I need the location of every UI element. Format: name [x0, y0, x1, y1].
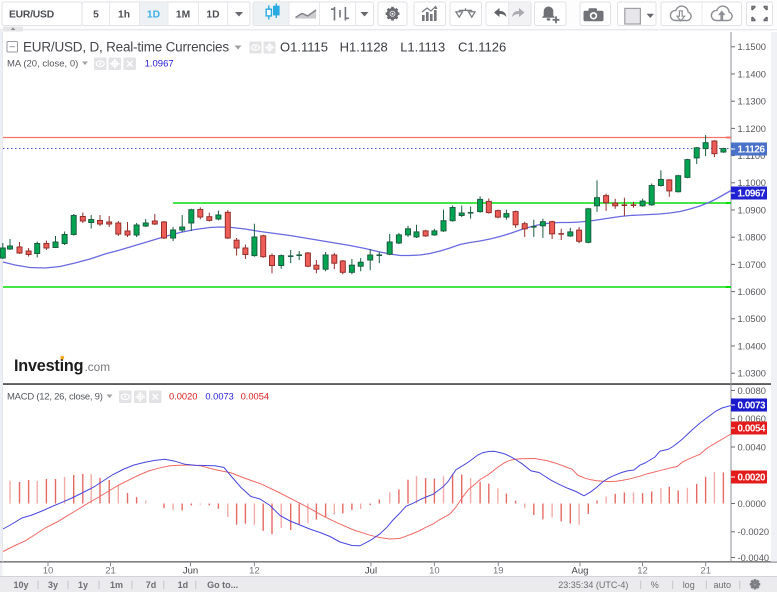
svg-text:1.0900: 1.0900: [738, 205, 766, 215]
svg-text:1.1126: 1.1126: [738, 145, 766, 156]
svg-text:Go to...: Go to...: [207, 580, 238, 590]
svg-text:1.1300: 1.1300: [738, 97, 766, 107]
svg-text:7d: 7d: [146, 580, 157, 590]
svg-text:EUR/USD: EUR/USD: [9, 9, 54, 20]
svg-text:3y: 3y: [48, 580, 58, 590]
svg-text:C1.1126: C1.1126: [458, 39, 506, 54]
svg-text:1.0300: 1.0300: [738, 369, 766, 379]
svg-text:1.0600: 1.0600: [738, 287, 766, 297]
svg-text:10: 10: [43, 565, 54, 576]
svg-text:19: 19: [493, 565, 504, 576]
svg-text:1.0500: 1.0500: [738, 314, 766, 324]
svg-text:1h: 1h: [118, 9, 130, 20]
svg-text:L1.1113: L1.1113: [400, 39, 445, 54]
svg-text:%: %: [651, 580, 659, 590]
svg-text:1.0400: 1.0400: [738, 341, 766, 351]
svg-text:-0.0040: -0.0040: [738, 553, 770, 563]
svg-text:.com: .com: [85, 360, 111, 374]
svg-text:0.0040: 0.0040: [738, 442, 766, 452]
svg-text:0.0054: 0.0054: [241, 392, 269, 402]
svg-text:Jun: Jun: [183, 565, 198, 576]
svg-text:1D: 1D: [147, 9, 160, 20]
svg-text:Aug: Aug: [572, 565, 589, 576]
svg-text:0.0054: 0.0054: [738, 424, 767, 435]
svg-text:Jul: Jul: [365, 565, 377, 576]
svg-text:1.1200: 1.1200: [738, 124, 766, 134]
svg-text:1.0800: 1.0800: [738, 233, 766, 243]
svg-text:0.0020: 0.0020: [738, 473, 767, 484]
svg-text:1D: 1D: [206, 9, 219, 20]
svg-text:H1.1128: H1.1128: [340, 39, 388, 54]
svg-text:21: 21: [700, 565, 711, 576]
svg-text:0.0073: 0.0073: [205, 392, 233, 402]
svg-text:10y: 10y: [13, 580, 28, 590]
svg-text:auto: auto: [714, 580, 732, 590]
svg-text:0.0080: 0.0080: [738, 386, 766, 396]
svg-text:12: 12: [637, 565, 648, 576]
svg-text:0.0073: 0.0073: [738, 401, 767, 412]
svg-text:1m: 1m: [110, 580, 123, 590]
svg-text:1y: 1y: [78, 580, 88, 590]
svg-text:0.0000: 0.0000: [738, 499, 766, 509]
svg-text:-0.0020: -0.0020: [738, 527, 770, 537]
svg-text:1.1500: 1.1500: [738, 42, 766, 52]
svg-text:0.0020: 0.0020: [169, 392, 197, 402]
svg-text:1.0967: 1.0967: [738, 189, 767, 200]
svg-text:23:35:34 (UTC-4): 23:35:34 (UTC-4): [558, 580, 628, 590]
svg-text:1.0700: 1.0700: [738, 260, 766, 270]
svg-text:1.0967: 1.0967: [145, 59, 174, 70]
svg-text:10: 10: [429, 565, 440, 576]
svg-text:MA (20, close, 0): MA (20, close, 0): [7, 59, 78, 70]
svg-text:12: 12: [249, 565, 260, 576]
svg-text:log: log: [683, 580, 695, 590]
svg-text:21: 21: [105, 565, 116, 576]
svg-text:MACD (12, 26, close, 9): MACD (12, 26, close, 9): [7, 392, 103, 403]
svg-text:O1.1115: O1.1115: [280, 39, 328, 54]
svg-text:1.1400: 1.1400: [738, 69, 766, 79]
svg-text:1M: 1M: [176, 9, 190, 20]
svg-text:Investing: Investing: [14, 357, 83, 375]
svg-text:EUR/USD, D, Real-time Currenci: EUR/USD, D, Real-time Currencies: [23, 39, 229, 54]
svg-text:1d: 1d: [178, 580, 189, 590]
svg-text:5: 5: [93, 9, 99, 20]
